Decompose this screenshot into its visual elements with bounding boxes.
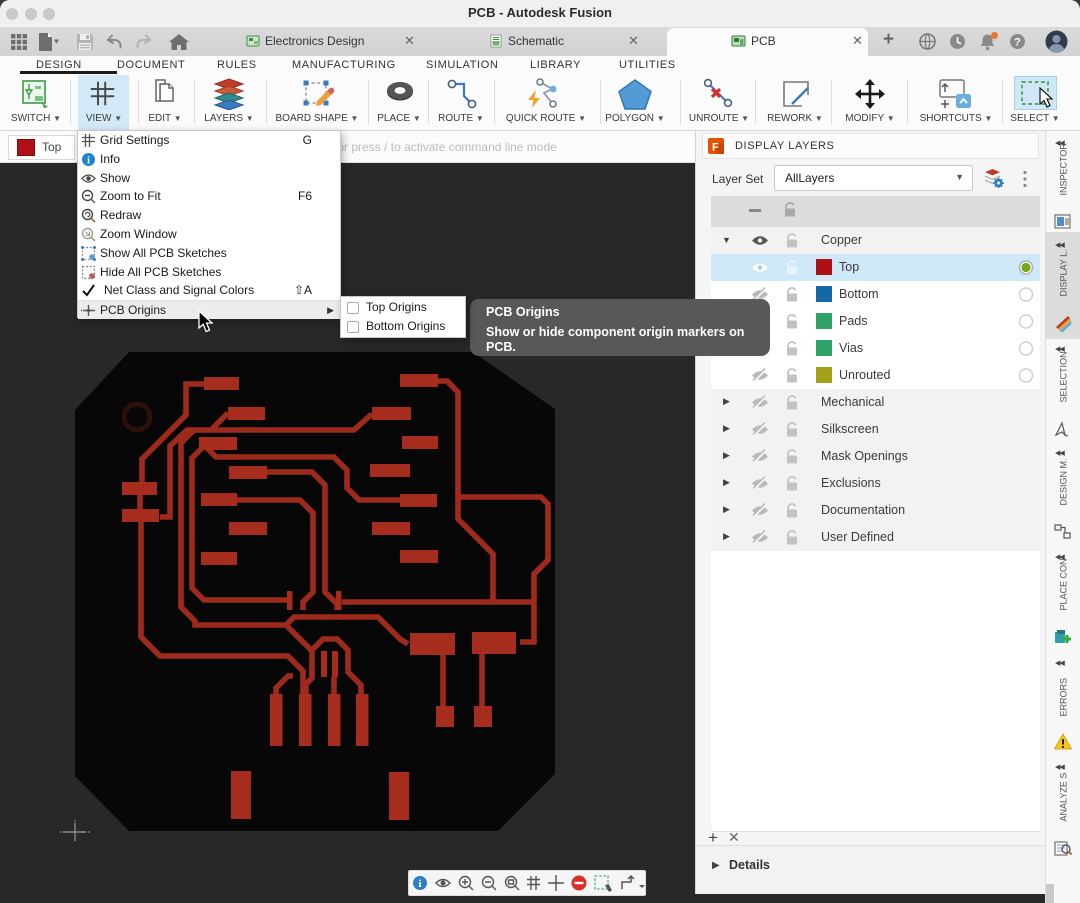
svg-text:i: i <box>418 878 421 890</box>
svg-text:?: ? <box>1014 36 1021 48</box>
svg-text:i: i <box>87 155 90 166</box>
svg-text:F: F <box>712 142 719 154</box>
